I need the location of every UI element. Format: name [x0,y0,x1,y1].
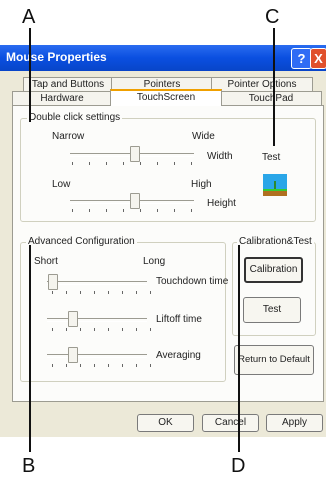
narrow-label: Narrow [52,131,85,142]
touchdown-slider-thumb[interactable] [48,274,58,290]
calibration-test-title: Calibration&Test [237,236,314,247]
height-slider-thumb[interactable] [130,193,140,209]
high-label: High [191,179,212,190]
callout-c-line [273,28,275,146]
touchdown-time-label: Touchdown time [156,276,229,287]
title-bar[interactable]: Mouse Properties ? X [0,45,326,71]
averaging-slider-track[interactable] [47,354,147,358]
help-button[interactable]: ? [291,48,312,69]
tab-touchpad[interactable]: TouchPad [220,91,322,106]
tab-hardware[interactable]: Hardware [12,91,112,106]
close-button[interactable]: X [310,48,326,69]
cancel-button[interactable]: Cancel [202,414,259,432]
touchdown-slider-ticks [52,291,152,295]
liftoff-slider-track[interactable] [47,318,147,322]
callout-b: B [22,455,36,477]
advanced-configuration-title: Advanced Configuration [26,236,137,247]
height-slider-ticks [72,209,196,213]
width-slider-thumb[interactable] [130,146,140,162]
tab-pointer-options[interactable]: Pointer Options [211,77,313,92]
callout-c: C [265,6,280,28]
callout-b-line [29,245,31,452]
liftoff-time-label: Liftoff time [156,314,202,325]
test-label: Test [262,152,281,163]
width-label: Width [207,151,233,162]
tab-tap-and-buttons[interactable]: Tap and Buttons [23,77,113,92]
test-button[interactable]: Test [243,297,301,323]
apply-button[interactable]: Apply [266,414,323,432]
short-label: Short [34,256,58,267]
callout-a: A [22,6,36,28]
tab-touchscreen[interactable]: TouchScreen [110,89,222,106]
liftoff-slider-ticks [52,328,152,332]
callout-d-line [238,245,240,452]
window-title: Mouse Properties [6,50,107,64]
ok-button[interactable]: OK [137,414,194,432]
double-click-settings-title: Double click settings [27,112,123,123]
calibration-button[interactable]: Calibration [244,257,303,283]
averaging-slider-thumb[interactable] [68,347,78,363]
double-click-test-icon[interactable] [263,174,287,196]
touchdown-slider-track[interactable] [47,281,147,285]
width-slider-ticks [72,162,196,166]
long-label: Long [143,256,166,267]
callout-a-line [29,28,31,122]
return-to-default-button[interactable]: Return to Default [234,345,314,375]
low-label: Low [52,179,71,190]
liftoff-slider-thumb[interactable] [68,311,78,327]
callout-d: D [231,455,246,477]
averaging-label: Averaging [156,350,201,361]
averaging-slider-ticks [52,364,152,368]
height-label: Height [207,198,236,209]
wide-label: Wide [192,131,215,142]
